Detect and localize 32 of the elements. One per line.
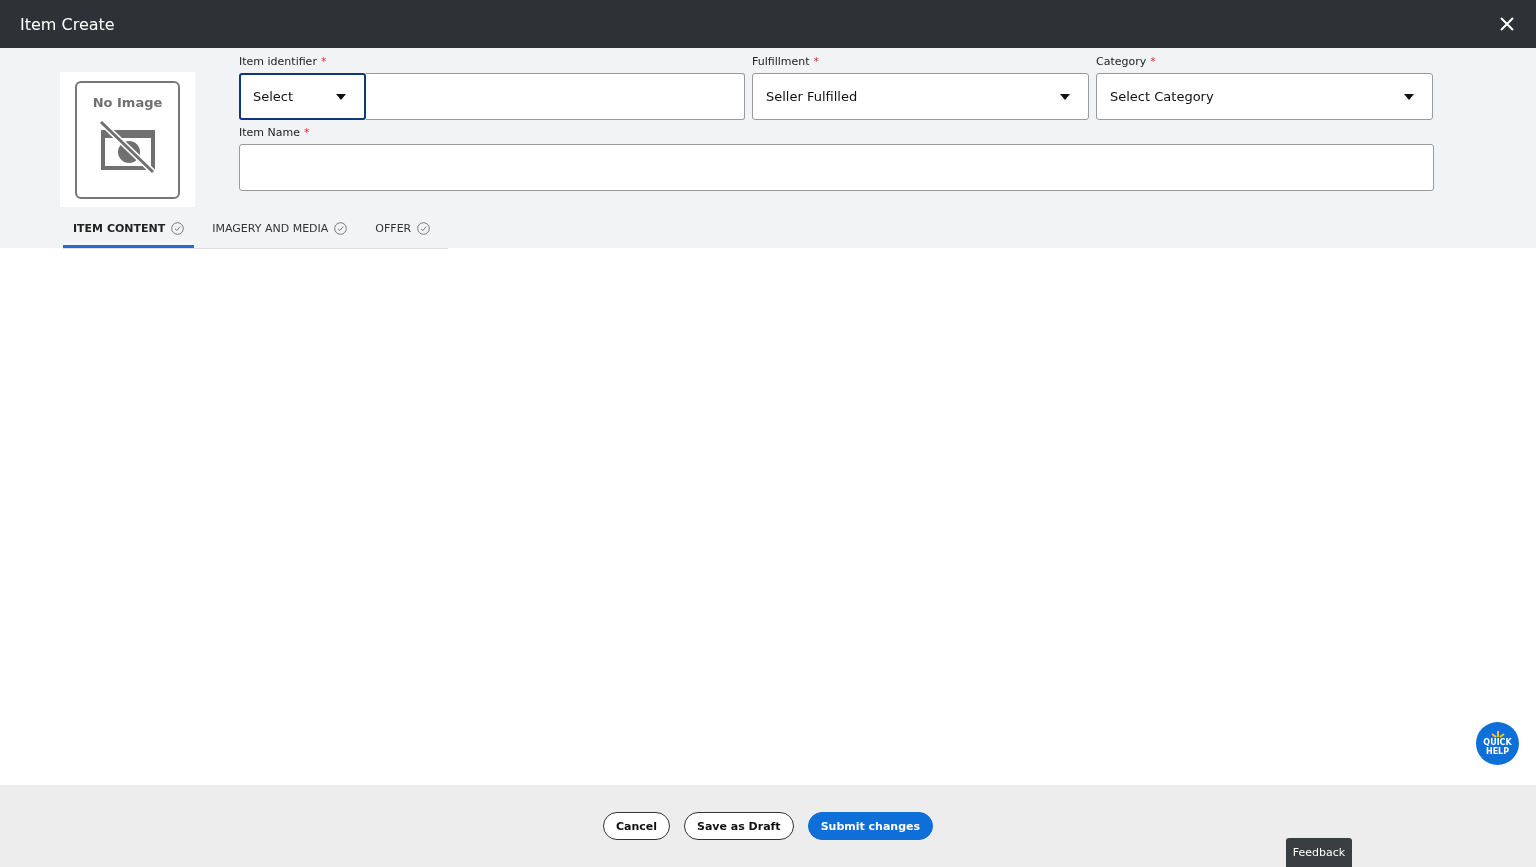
no-image-text: No Image — [92, 94, 163, 110]
caret-icon — [1060, 93, 1070, 100]
check-circle-icon — [171, 222, 185, 235]
tab[interactable]: IMAGERY AND MEDIA — [202, 217, 358, 248]
tab[interactable]: ITEM CONTENT — [63, 217, 195, 248]
check-circle-icon — [417, 222, 431, 235]
item-name-input[interactable] — [239, 144, 1434, 191]
check-circle-icon — [334, 222, 348, 235]
action-button[interactable]: Submit changes — [807, 812, 934, 840]
feedback-button[interactable]: Feedback — [1286, 838, 1352, 867]
caret-icon — [1404, 93, 1414, 100]
field-label: Item identifier — [239, 57, 317, 67]
close-button[interactable] — [1500, 17, 1514, 31]
required-asterisk: * — [813, 57, 820, 67]
caret-icon — [336, 93, 346, 100]
required-asterisk: * — [1150, 57, 1156, 67]
category-dropdown[interactable]: Select Category — [1096, 73, 1433, 120]
required-asterisk: * — [304, 128, 310, 138]
required-asterisk: * — [320, 57, 327, 67]
tab[interactable]: OFFER — [365, 217, 441, 248]
field-label: Category — [1096, 57, 1147, 67]
quick-help-button[interactable]: QUICK HELP — [1476, 722, 1519, 765]
crossed-camera-icon — [98, 119, 157, 174]
action-button[interactable]: Cancel — [602, 812, 670, 840]
field-label: Item Name — [239, 128, 300, 138]
identifier-input[interactable] — [366, 73, 745, 120]
fulfillment-dropdown[interactable]: Seller Fulfilled — [752, 73, 1089, 120]
field-label: Fulfillment — [752, 57, 810, 67]
spark-icon — [1489, 731, 1506, 738]
window-title: Item Create — [20, 14, 115, 34]
identifier-type-dropdown[interactable]: Select — [239, 73, 366, 120]
action-button[interactable]: Save as Draft — [684, 812, 794, 840]
